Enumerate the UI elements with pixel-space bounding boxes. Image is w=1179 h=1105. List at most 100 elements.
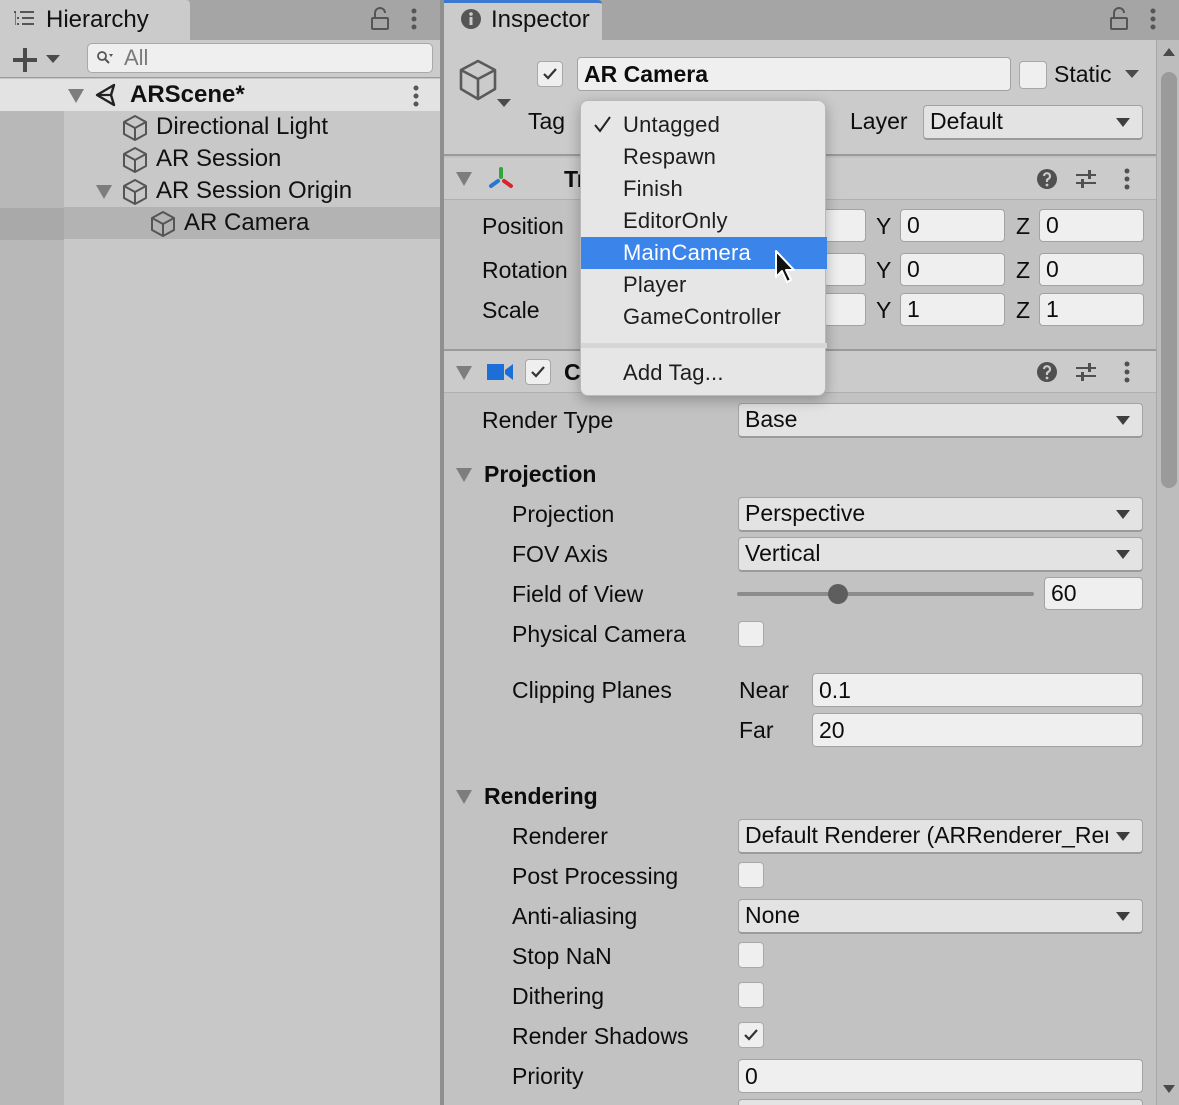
scale-z-field[interactable] [1039,293,1144,326]
scroll-up-arrow-icon[interactable] [1163,48,1175,56]
hierarchy-item[interactable]: AR Session Origin [64,175,440,207]
scroll-thumb[interactable] [1161,72,1177,488]
hierarchy-tab[interactable]: Hierarchy [0,0,190,40]
rotation-y-field[interactable] [900,253,1005,286]
tag-menu-item[interactable]: Respawn [581,141,827,173]
projection-fold-arrow-icon[interactable] [456,468,472,482]
transform-fold-arrow-icon[interactable] [456,172,472,186]
scroll-down-arrow-icon[interactable] [1163,1085,1175,1093]
gameobject-name-field[interactable] [577,57,1011,91]
hierarchy-item[interactable]: AR Session [64,143,440,175]
component-menu-icon[interactable] [1123,168,1131,190]
create-dropdown-caret-icon[interactable] [46,55,60,63]
hierarchy-item[interactable]: Directional Light [64,111,440,143]
projection-section-title[interactable]: Projection [484,461,596,488]
position-y-field[interactable] [900,209,1005,242]
lock-icon[interactable] [370,7,390,31]
hierarchy-search-box[interactable] [87,43,433,73]
projection-dropdown[interactable]: Perspective [738,497,1143,532]
chevron-down-icon [1116,510,1130,519]
rendering-section-title[interactable]: Rendering [484,783,598,810]
hierarchy-gutter-selected [0,208,64,240]
tag-label: Tag [528,108,566,134]
info-icon [461,9,481,29]
camera-fold-arrow-icon[interactable] [456,366,472,380]
dithering-checkbox[interactable] [738,982,764,1008]
renderer-dropdown[interactable]: Default Renderer (ARRenderer_Renderer) [738,819,1143,854]
tag-menu-item[interactable]: Finish [581,173,827,205]
presets-icon[interactable] [1075,361,1097,383]
scene-fold-arrow-icon[interactable] [68,89,84,103]
help-icon[interactable] [1036,168,1058,190]
static-checkbox[interactable] [1019,61,1047,89]
active-checkbox[interactable] [537,61,563,87]
render-type-value: Base [745,406,798,432]
component-menu-icon[interactable] [1123,361,1131,383]
scene-row[interactable]: ARScene* [0,79,440,111]
menu-separator [581,343,827,348]
camera-enabled-checkbox[interactable] [525,359,551,385]
hierarchy-search-input[interactable] [124,46,414,70]
position-z-field[interactable] [1039,209,1144,242]
help-icon[interactable] [1036,361,1058,383]
tag-menu-item[interactable]: GameController [581,301,827,333]
near-field[interactable] [812,673,1143,707]
gameobject-icon[interactable] [458,58,500,102]
priority-label: Priority [512,1063,584,1089]
tag-menu-item-label: Player [623,272,687,297]
fov-slider-track[interactable] [737,592,1034,596]
hierarchy-gutter [0,111,64,1105]
post-processing-label: Post Processing [512,863,679,889]
post-processing-checkbox[interactable] [738,862,764,888]
render-type-label: Render Type [482,407,614,433]
fold-arrow-icon[interactable] [96,185,112,199]
scale-y-field[interactable] [900,293,1005,326]
static-dropdown-caret-icon[interactable] [1125,70,1139,78]
rotation-label: Rotation [482,257,568,283]
static-label[interactable]: Static [1054,61,1112,88]
z-axis-label: Z [1016,297,1031,323]
checkmark-icon [543,68,557,80]
unity-scene-icon [95,83,116,107]
tag-menu-item[interactable]: EditorOnly [581,205,827,237]
hierarchy-menu-icon[interactable] [410,8,418,30]
hierarchy-list-icon [14,11,34,25]
z-axis-label: Z [1016,257,1031,283]
mouse-cursor-icon [775,250,795,283]
y-axis-label: Y [876,257,892,283]
inspector-tab[interactable]: Inspector [444,0,602,40]
fov-axis-dropdown[interactable]: Vertical [738,537,1143,572]
far-label: Far [739,717,774,743]
chevron-down-icon [1116,832,1130,841]
physical-camera-checkbox[interactable] [738,621,764,647]
fov-slider-thumb[interactable] [827,584,848,604]
rendering-fold-arrow-icon[interactable] [456,790,472,804]
create-plus-icon[interactable] [12,47,38,73]
rotation-z-field[interactable] [1039,253,1144,286]
presets-icon[interactable] [1075,168,1097,190]
scene-menu-icon[interactable] [412,85,420,107]
far-field[interactable] [812,713,1143,747]
layer-dropdown[interactable]: Default [923,105,1143,140]
render-shadows-label: Render Shadows [512,1023,689,1049]
tag-menu-item[interactable]: Untagged [581,109,827,141]
render-shadows-checkbox[interactable] [738,1022,764,1048]
scale-label: Scale [482,297,540,323]
layer-label: Layer [850,108,908,134]
inspector-menu-icon[interactable] [1149,8,1157,30]
render-type-dropdown[interactable]: Base [738,403,1143,438]
priority-field[interactable] [738,1059,1143,1093]
anti-aliasing-dropdown[interactable]: None [738,899,1143,934]
hierarchy-item-label: AR Session Origin [156,177,353,204]
stop-nan-checkbox[interactable] [738,942,764,968]
hierarchy-item-selected[interactable]: AR Camera [64,207,440,239]
inspector-scrollbar[interactable] [1156,40,1179,1105]
physical-camera-label: Physical Camera [512,621,686,647]
icon-dropdown-caret-icon[interactable] [497,99,511,107]
tag-dropdown-menu: Untagged Respawn Finish EditorOnly MainC… [580,100,827,396]
lock-icon[interactable] [1109,7,1129,31]
add-tag-menu-item[interactable]: Add Tag... [581,357,827,389]
projection-value: Perspective [745,500,866,526]
tag-menu-item-label: Finish [623,176,683,201]
fov-value-field[interactable] [1044,577,1143,610]
